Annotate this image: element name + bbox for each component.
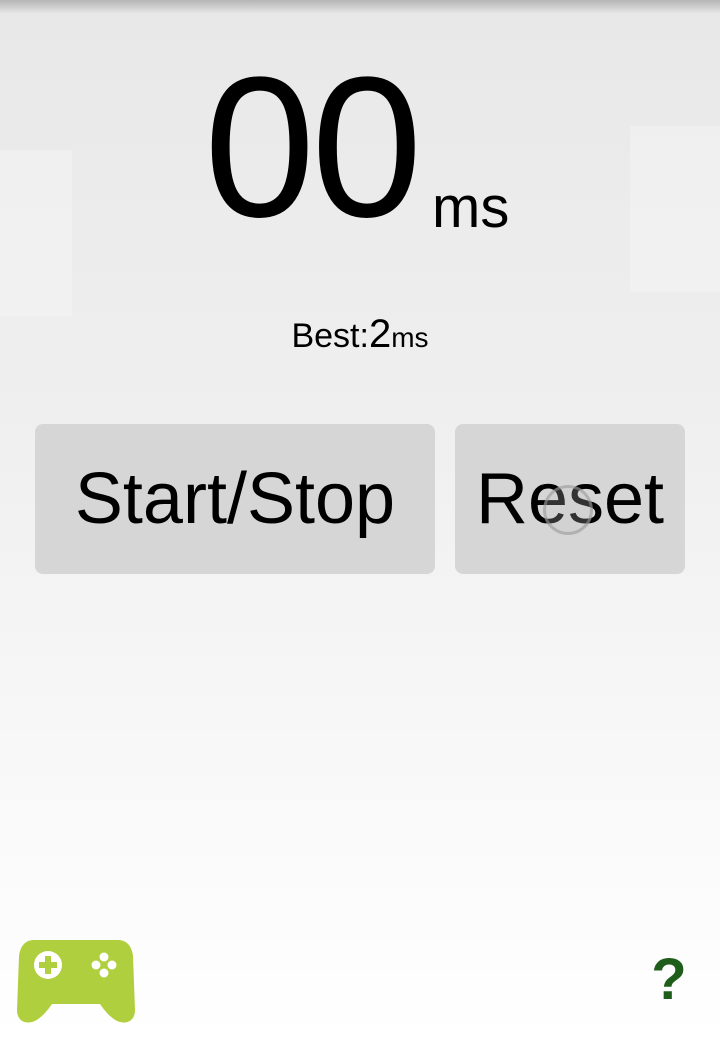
help-icon[interactable]: ? bbox=[646, 950, 692, 1010]
best-time: Best:2ms bbox=[0, 312, 720, 357]
timer-display: 00 ms bbox=[0, 40, 720, 260]
status-bar-shadow bbox=[0, 0, 720, 14]
timer-unit: ms bbox=[432, 175, 510, 240]
best-value: 2 bbox=[368, 312, 392, 356]
start-stop-button[interactable]: Start/Stop bbox=[35, 424, 435, 574]
best-label: Best: bbox=[291, 317, 369, 355]
reset-button[interactable]: Reset bbox=[455, 424, 685, 574]
timer-value: 00 bbox=[204, 36, 422, 259]
game-controller-icon[interactable] bbox=[16, 938, 136, 1024]
best-unit: ms bbox=[391, 322, 429, 353]
